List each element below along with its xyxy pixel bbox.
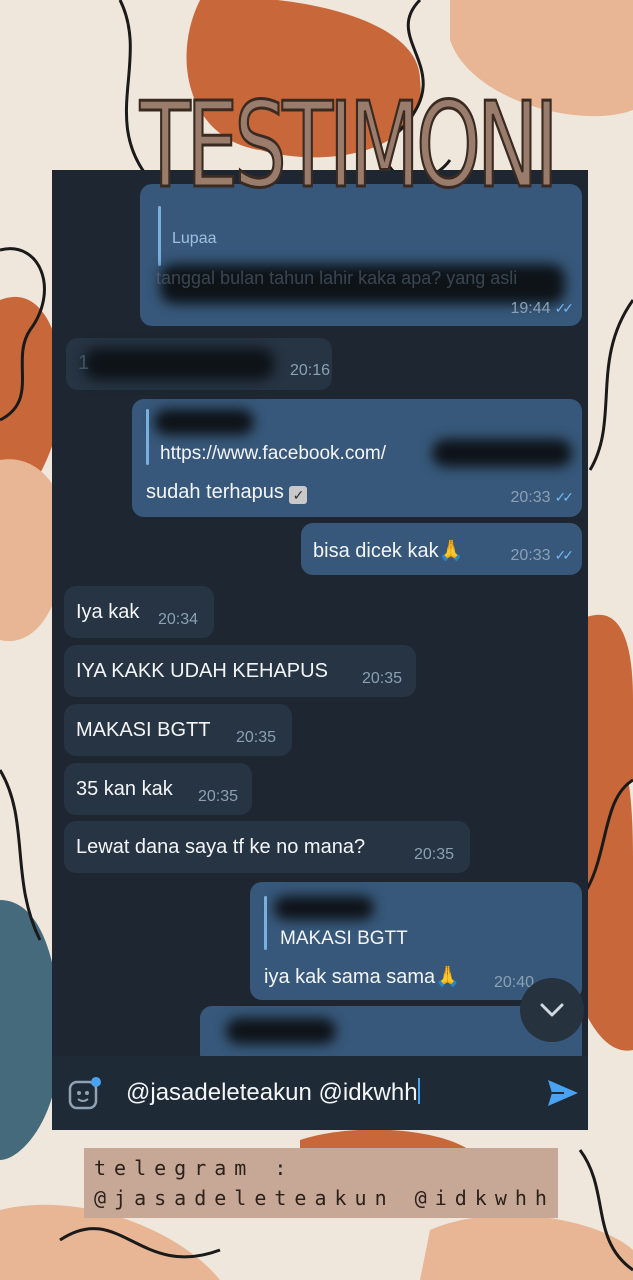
message-time: 20:33 ✓✓ — [510, 489, 575, 506]
message-incoming[interactable]: IYA KAKK UDAH KEHAPUS 20:35 — [64, 645, 416, 697]
testimoni-title: TESTIMONI — [139, 75, 560, 216]
telegram-label-title: telegram : — [94, 1156, 295, 1180]
reply-quote-text: MAKASI BGTT — [280, 928, 408, 949]
message-text: bisa dicek kak🙏 — [313, 540, 464, 562]
message-text: 1 — [78, 352, 90, 374]
message-time: 20:35 — [236, 729, 277, 746]
message-time: 20:35 — [362, 670, 403, 687]
message-time: 20:16 — [290, 362, 331, 379]
message-time: 20:33 ✓✓ — [510, 547, 575, 564]
sticker-icon[interactable] — [66, 1076, 102, 1112]
message-time: 20:35 — [414, 846, 455, 863]
link-url: https://www.facebook.com/ — [160, 443, 386, 464]
message-outgoing[interactable]: bisa dicek kak🙏 20:33 ✓✓ — [301, 523, 582, 575]
telegram-label-handles: @jasadeleteakun @idkwhh — [94, 1186, 555, 1210]
message-outgoing[interactable]: https://www.facebook.com/ sudah terhapus… — [132, 399, 582, 517]
message-text: MAKASI BGTT — [76, 719, 211, 741]
double-check-icon: ✓✓ — [554, 547, 575, 563]
message-text: IYA KAKK UDAH KEHAPUS — [76, 660, 328, 682]
message-incoming[interactable]: Iya kak 20:34 — [64, 586, 214, 638]
reply-quote-bar — [264, 896, 267, 950]
message-input-bar: @jasadeleteakun @idkwhh — [52, 1056, 588, 1130]
pray-emoji: 🙏 — [438, 540, 464, 562]
message-incoming[interactable]: MAKASI BGTT 20:35 — [64, 704, 292, 756]
message-time: 20:34 — [158, 611, 199, 628]
message-text: Lewat dana saya tf ke no mana? — [76, 836, 366, 858]
message-text: tanggal bulan tahun lahir kaka apa? yang… — [156, 268, 518, 288]
double-check-icon: ✓✓ — [554, 489, 575, 505]
message-input[interactable]: @jasadeleteakun @idkwhh — [126, 1078, 526, 1110]
redacted-content — [154, 409, 254, 435]
redacted-content — [274, 896, 374, 920]
message-incoming[interactable]: 35 kan kak 20:35 — [64, 763, 252, 815]
message-time: 20:35 — [198, 788, 239, 805]
message-input-value: @jasadeleteakun @idkwhh — [126, 1079, 418, 1106]
redacted-content — [432, 439, 572, 467]
pray-emoji: 🙏 — [435, 966, 461, 988]
scroll-down-button[interactable] — [520, 978, 584, 1042]
message-text: iya kak sama sama🙏 — [264, 966, 461, 988]
checkbox-emoji-icon: ✓ — [289, 486, 308, 504]
chevron-down-icon — [540, 1003, 564, 1017]
redacted-content — [226, 1018, 336, 1044]
link-quote-bar — [146, 409, 149, 465]
text-cursor — [417, 1078, 420, 1104]
send-icon[interactable] — [546, 1078, 580, 1108]
message-incoming[interactable]: Lewat dana saya tf ke no mana? 20:35 — [64, 821, 470, 873]
double-check-icon: ✓✓ — [554, 300, 575, 316]
message-time: 19:44 ✓✓ — [510, 300, 575, 317]
chat-window: Lupaa tanggal bulan tahun lahir kaka apa… — [52, 170, 588, 1130]
message-text: Iya kak — [76, 601, 140, 623]
message-text: sudah terhapus ✓ — [146, 481, 308, 504]
reply-quote-text: Lupaa — [172, 230, 217, 247]
message-incoming[interactable]: 1 20:16 — [66, 338, 332, 390]
redacted-content — [84, 348, 274, 380]
message-text: 35 kan kak — [76, 778, 173, 800]
telegram-label: telegram : @jasadeleteakun @idkwhh — [84, 1148, 558, 1218]
